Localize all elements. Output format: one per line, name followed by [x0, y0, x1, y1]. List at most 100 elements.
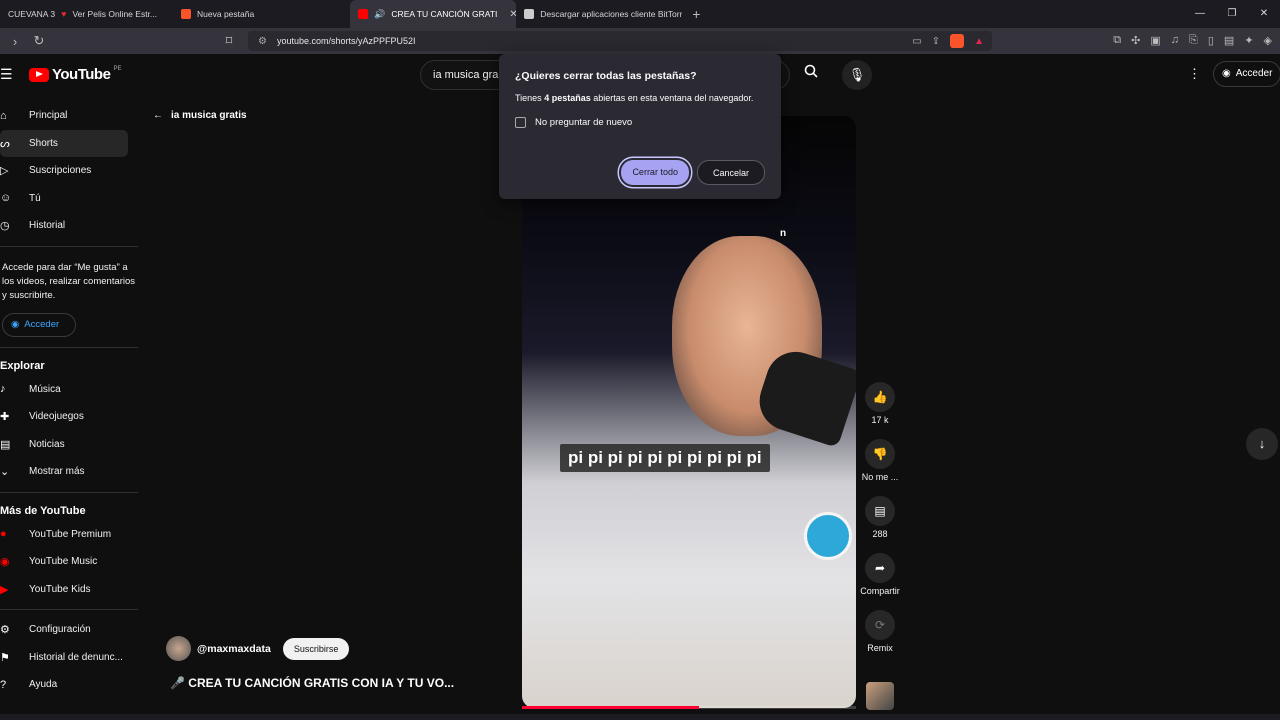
short-title[interactable]: 🎤 CREA TU CANCIÓN GRATIS CON IA Y TU VO.… — [170, 676, 454, 690]
sidebar-item-mostrar-mas[interactable]: ⌄ Mostrar más — [0, 458, 140, 486]
remix-icon[interactable]: ⟳ — [865, 610, 895, 640]
dislike-action[interactable]: 👎 No me ... — [860, 439, 900, 482]
divider — [0, 245, 138, 247]
sidebar-item-label: Tú — [29, 192, 41, 204]
bookmark-icon[interactable]: ⌑ — [218, 33, 240, 49]
minimize-icon[interactable]: — — [1184, 0, 1216, 28]
shirt-logo — [804, 512, 852, 560]
sidebar-item-premium[interactable]: ● YouTube Premium — [0, 521, 140, 549]
signin-label: Acceder — [1235, 68, 1273, 79]
brave-rewards-icon[interactable]: ▲ — [974, 36, 984, 47]
back-to-search[interactable]: ← ia musica gratis — [153, 110, 247, 121]
menu-icon[interactable]: ☰ — [0, 66, 13, 83]
share-icon[interactable]: ➦ — [865, 553, 895, 583]
reload-icon[interactable]: ↻ — [28, 33, 50, 49]
sidebar-item-label: Música — [29, 383, 61, 395]
vpn-icon[interactable]: ◈ — [1264, 34, 1272, 47]
tab-new-label: Nueva pestaña — [197, 9, 255, 19]
copy-icon[interactable]: ⎘ — [1189, 34, 1198, 47]
sidebar-item-shorts[interactable]: ᔕ Shorts — [0, 129, 128, 157]
extension-icon[interactable]: ⧉ — [1113, 34, 1121, 47]
sidebar-item-label: Historial de denunc... — [29, 651, 123, 663]
divider — [0, 346, 138, 348]
like-action[interactable]: 👍 17 k — [860, 382, 900, 425]
tab-cuevana[interactable]: CUEVANA 3 ♥ Ver Pelis Online Estr... — [0, 0, 165, 28]
like-icon[interactable]: 👍 — [865, 382, 895, 412]
address-bar[interactable]: ⚙ youtube.com/shorts/yAzPPFPU52I ▭ ⇪ ▲ — [248, 31, 992, 51]
subscribe-button[interactable]: Suscribirse — [282, 637, 350, 660]
sidebar-item-suscripciones[interactable]: ▷ Suscripciones — [0, 157, 140, 185]
sidebar-item-label: YouTube Premium — [29, 528, 112, 540]
tab-bar: CUEVANA 3 ♥ Ver Pelis Online Estr... Nue… — [0, 0, 1280, 28]
tab-bittorrent[interactable]: Descargar aplicaciones cliente BitTorr — [516, 0, 682, 28]
sidebar-signin-button[interactable]: ◉ Acceder — [2, 312, 76, 337]
share-action[interactable]: ➦ Compartir — [860, 553, 900, 596]
music-note-icon[interactable]: ♫ — [1171, 34, 1179, 47]
sidebar-item-label: Videojuegos — [29, 411, 84, 423]
avatar[interactable] — [166, 636, 191, 661]
search-icon[interactable] — [796, 60, 826, 90]
forward-icon[interactable]: › — [4, 34, 26, 49]
bottom-scrollbar[interactable] — [0, 714, 1280, 720]
subscriptions-icon: ▷ — [0, 165, 9, 178]
sidebar-item-musica[interactable]: ♪ Música — [0, 376, 140, 404]
dont-ask-again-checkbox[interactable]: No preguntar de nuevo — [515, 117, 765, 128]
video-progress-fill — [522, 706, 700, 709]
close-all-button[interactable]: Cerrar todo — [621, 160, 689, 185]
tab-youtube-label: CREA TU CANCIÓN GRATI — [391, 9, 498, 19]
new-tab-icon[interactable]: + — [682, 6, 710, 22]
tab-new[interactable]: Nueva pestaña — [173, 0, 262, 28]
share-page-icon[interactable]: ⇪ — [932, 36, 940, 47]
cancel-button[interactable]: Cancelar — [696, 160, 765, 185]
dislike-label: No me ... — [861, 472, 899, 482]
youtube-wordmark: YouTube — [52, 66, 111, 83]
sidebar-item-historial-denuncias[interactable]: ⚑ Historial de denunc... — [0, 644, 140, 672]
channel-name[interactable]: @maxmaxdata — [197, 643, 271, 655]
brave-shields-icon[interactable] — [950, 34, 965, 48]
sidebar-icon[interactable]: ▯ — [1208, 34, 1214, 47]
close-window-icon[interactable]: ✕ — [1248, 0, 1280, 28]
speaker-icon[interactable]: 🔊 — [374, 9, 385, 20]
remix-action[interactable]: ⟳ Remix — [860, 610, 900, 653]
cast-icon[interactable]: ▭ — [912, 36, 921, 47]
extensions-area: ⧉ ✣ ▣ ♫ ⎘ ▯ ▤ ✦ ◈ — [1113, 34, 1272, 47]
puzzle-icon[interactable]: ✣ — [1131, 34, 1140, 47]
checkbox-label: No preguntar de nuevo — [535, 117, 633, 128]
dislike-icon[interactable]: 👎 — [865, 439, 895, 469]
gear-icon: ⚙ — [0, 624, 10, 637]
media-icon[interactable]: ▣ — [1150, 34, 1160, 47]
checkbox[interactable] — [515, 117, 526, 128]
dialog-title: ¿Quieres cerrar todas las pestañas? — [515, 70, 697, 82]
more-options-icon[interactable]: ⋮ — [1188, 66, 1201, 82]
comment-icon[interactable]: ▤ — [865, 496, 895, 526]
more-youtube-heading: Más de YouTube — [0, 504, 86, 517]
sidebar-item-kids[interactable]: ▶ YouTube Kids — [0, 576, 140, 604]
audio-thumbnail[interactable] — [866, 682, 894, 710]
sidebar-item-historial[interactable]: ◷ Historial — [0, 212, 140, 240]
signin-button[interactable]: ◉ Acceder — [1213, 61, 1280, 87]
comment-action[interactable]: ▤ 288 — [860, 496, 900, 539]
ai-icon[interactable]: ✦ — [1244, 34, 1253, 47]
tab-youtube-short[interactable]: 🔊 CREA TU CANCIÓN GRATI ✕ — [350, 0, 517, 28]
voice-search-icon[interactable]: 🎙 — [842, 60, 872, 90]
youtube-play-icon — [29, 67, 49, 82]
close-tab-icon[interactable]: ✕ — [509, 9, 516, 20]
sidebar-item-ayuda[interactable]: ? Ayuda — [0, 671, 140, 699]
short-video-player[interactable]: pi pi pi pi pi pi pi pi pi pi — [522, 116, 856, 708]
dialog-body: Tienes 4 pestañas abiertas en esta venta… — [515, 93, 765, 103]
gaming-icon: ✚ — [0, 411, 10, 424]
help-icon: ? — [0, 678, 7, 691]
wallet-icon[interactable]: ▤ — [1224, 34, 1234, 47]
arrow-down-icon[interactable]: ↓ — [1246, 428, 1278, 460]
sidebar-item-configuracion[interactable]: ⚙ Configuración — [0, 616, 140, 644]
site-info-icon[interactable]: ⚙ — [258, 36, 267, 47]
youtube-logo[interactable]: YouTube PE — [29, 66, 121, 83]
sidebar-item-music[interactable]: ◉ YouTube Music — [0, 548, 140, 576]
sidebar-item-noticias[interactable]: ▤ Noticias — [0, 431, 140, 459]
maximize-icon[interactable]: ❐ — [1216, 0, 1248, 28]
sidebar-item-tu[interactable]: ☺ Tú — [0, 185, 140, 213]
url-text[interactable]: youtube.com/shorts/yAzPPFPU52I — [277, 36, 416, 46]
video-progress-bar[interactable] — [522, 706, 856, 709]
sidebar-item-videojuegos[interactable]: ✚ Videojuegos — [0, 403, 140, 431]
sidebar-item-principal[interactable]: ⌂ Principal — [0, 102, 140, 130]
